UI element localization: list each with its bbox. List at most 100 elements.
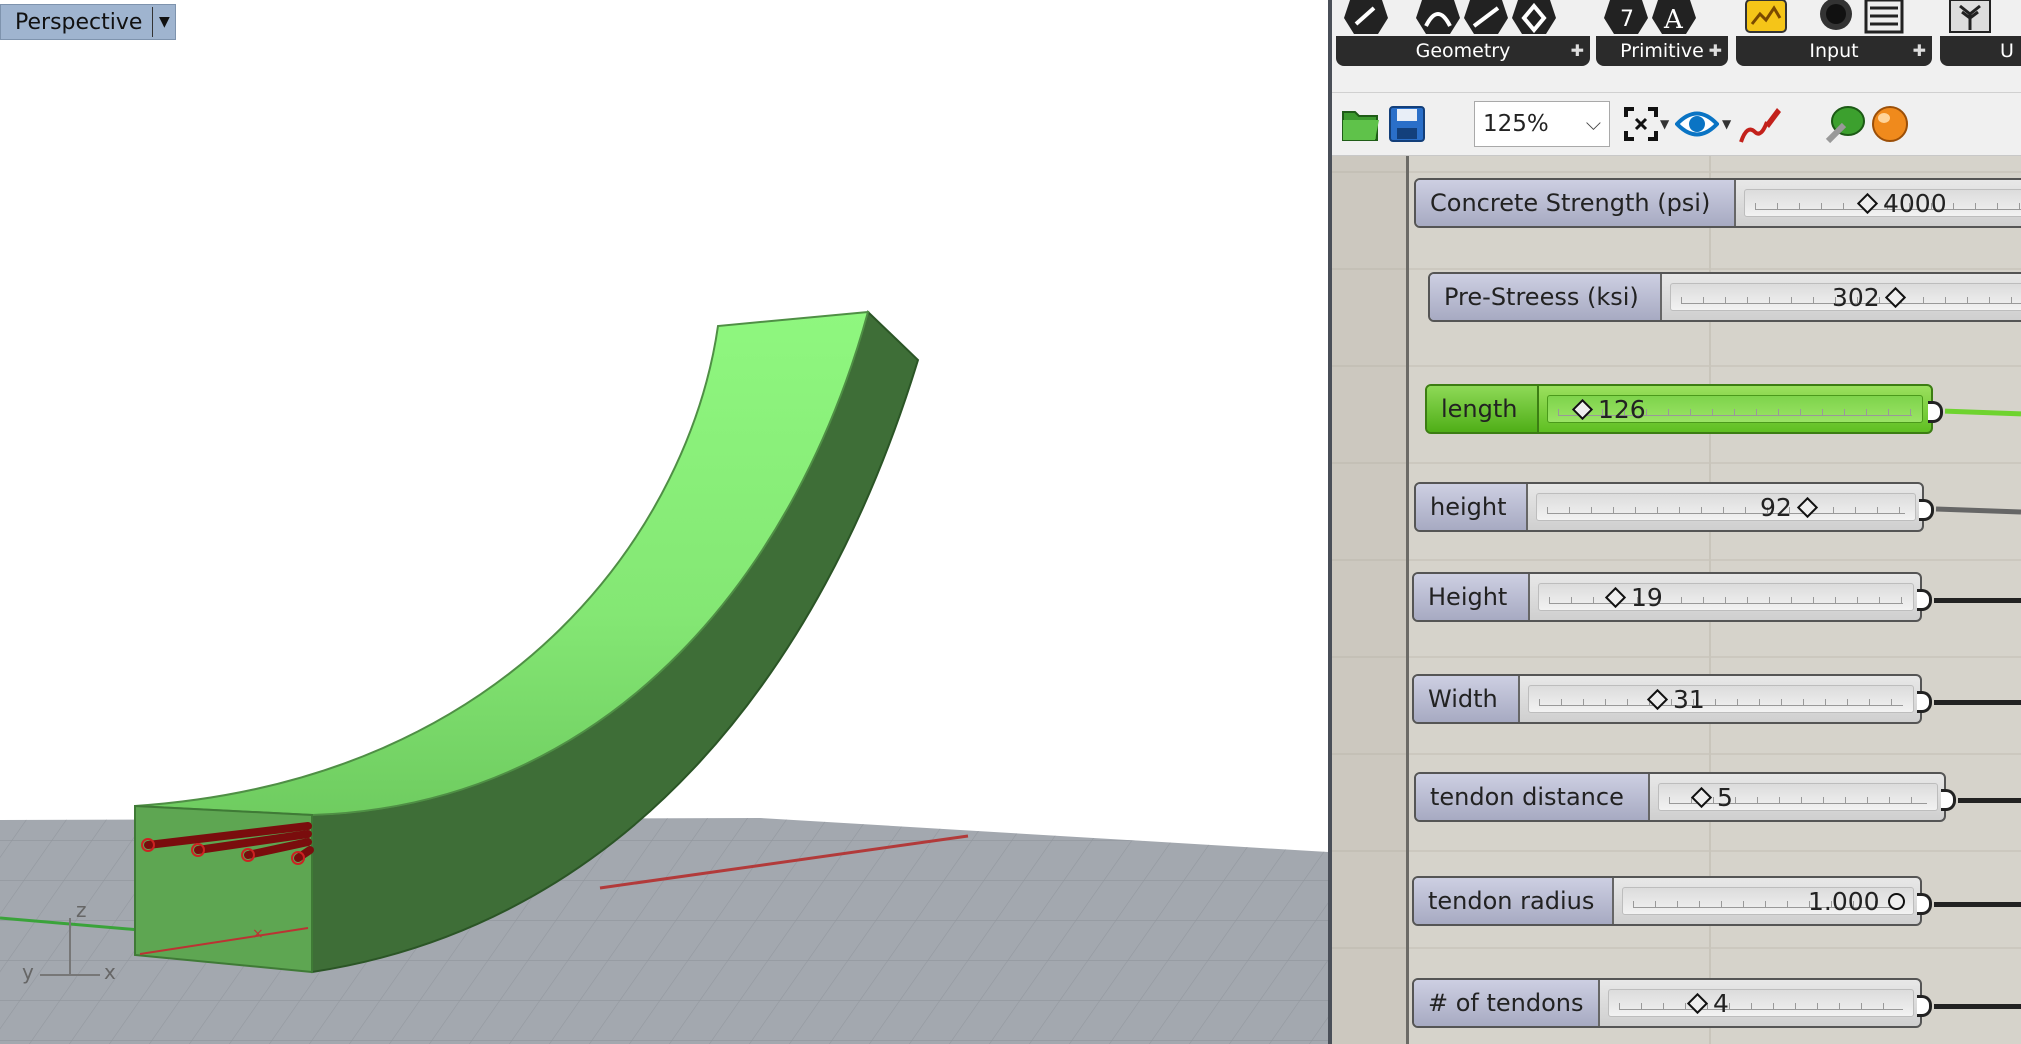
ribbon-group-geometry[interactable]: Geometry ✚ bbox=[1336, 0, 1590, 66]
bake-button[interactable] bbox=[1822, 101, 1868, 147]
viewport-menu-dropdown[interactable]: ▼ bbox=[152, 7, 175, 37]
svg-text:7: 7 bbox=[1620, 7, 1634, 32]
slider-height-lower[interactable]: height 92 bbox=[1414, 482, 1934, 532]
slider-knob[interactable] bbox=[1604, 586, 1627, 608]
slider-pre-stress[interactable]: Pre-Streess (ksi) 302 bbox=[1428, 272, 2021, 322]
slider-label: Height bbox=[1414, 574, 1530, 620]
slider-label: Concrete Strength (psi) bbox=[1416, 180, 1736, 226]
geometry-point-icon[interactable] bbox=[1512, 0, 1556, 36]
slider-label: tendon radius bbox=[1414, 878, 1614, 924]
slider-tendon-radius[interactable]: tendon radius 1.000 bbox=[1412, 876, 1932, 926]
geometry-arc-icon[interactable] bbox=[1416, 0, 1460, 36]
slider-label: height bbox=[1416, 484, 1528, 530]
slider-value: 4000 bbox=[1883, 188, 1947, 218]
geometry-curve-icon[interactable] bbox=[1344, 0, 1388, 36]
canvas-toolbar: 125% ⌵ ▼ ▼ bbox=[1332, 92, 2021, 156]
slider-knob[interactable] bbox=[1686, 992, 1709, 1014]
viewport-title-tab[interactable]: Perspective ▼ bbox=[0, 4, 177, 40]
slider-knob[interactable] bbox=[1884, 286, 1906, 308]
slider-value: 302 bbox=[1832, 282, 1880, 312]
primitive-number-icon[interactable]: 7 bbox=[1604, 0, 1648, 36]
bake-icon bbox=[1825, 106, 1865, 144]
value-list-icon[interactable] bbox=[1862, 0, 1906, 36]
svg-text:A: A bbox=[1663, 5, 1684, 35]
viewport-scene: × bbox=[0, 310, 1328, 1044]
wire-width bbox=[1934, 700, 2021, 705]
slider-track[interactable] bbox=[1528, 685, 1914, 713]
slider-knob[interactable] bbox=[1796, 496, 1818, 518]
ribbon-group-label: Input bbox=[1809, 40, 1859, 62]
ribbon-group-label: U bbox=[2000, 40, 2014, 62]
tree-icon[interactable] bbox=[1948, 0, 1992, 36]
ribbon-group-primitive[interactable]: 7 A Primitive ✚ bbox=[1596, 0, 1728, 66]
slider-tendon-distance[interactable]: tendon distance 5 bbox=[1414, 772, 1956, 822]
slider-value: 31 bbox=[1673, 684, 1705, 714]
slider-value: 5 bbox=[1717, 782, 1733, 812]
viewport-title: Perspective bbox=[15, 9, 143, 35]
ribbon-group-util[interactable]: U bbox=[1940, 0, 2021, 66]
zoom-extents-dropdown[interactable]: ▼ bbox=[1660, 117, 1669, 131]
save-file-button[interactable] bbox=[1384, 101, 1430, 147]
open-file-button[interactable] bbox=[1338, 101, 1384, 147]
ribbon-group-input[interactable]: Input ✚ bbox=[1736, 0, 1932, 66]
slider-knob[interactable] bbox=[1856, 192, 1879, 214]
sphere-icon bbox=[1872, 106, 1908, 142]
slider-label: # of tendons bbox=[1414, 980, 1600, 1026]
slider-value: 19 bbox=[1631, 582, 1663, 612]
preview-dropdown[interactable]: ▼ bbox=[1722, 117, 1731, 131]
grasshopper-canvas[interactable]: Concrete Strength (psi) 4000 Pre-Streess… bbox=[1332, 156, 2021, 1044]
wire-number-of-tendons bbox=[1934, 1004, 2021, 1009]
slider-width[interactable]: Width 31 bbox=[1412, 674, 1932, 724]
expand-icon[interactable]: ✚ bbox=[1571, 41, 1584, 60]
slider-concrete-strength[interactable]: Concrete Strength (psi) 4000 bbox=[1414, 178, 2021, 228]
component-ribbon: Geometry ✚ 7 A Primitive ✚ Input ✚ U bbox=[1332, 0, 2021, 70]
zoom-extents-button[interactable] bbox=[1618, 101, 1664, 147]
slider-knob[interactable] bbox=[1887, 892, 1905, 910]
slider-knob[interactable] bbox=[1646, 688, 1669, 710]
wire-tendon-radius bbox=[1934, 902, 2021, 907]
slider-label: length bbox=[1427, 386, 1539, 432]
rhino-perspective-viewport[interactable]: × z y x Perspective ▼ bbox=[0, 0, 1328, 1044]
preview-button[interactable] bbox=[1674, 101, 1720, 147]
slider-label: tendon distance bbox=[1416, 774, 1650, 820]
sketch-button[interactable] bbox=[1736, 101, 1782, 147]
slider-track[interactable] bbox=[1536, 493, 1916, 521]
primitive-text-icon[interactable]: A bbox=[1652, 0, 1696, 36]
slider-length[interactable]: length 126 bbox=[1425, 384, 1943, 434]
slider-knob[interactable] bbox=[1690, 786, 1713, 808]
eye-icon bbox=[1675, 111, 1719, 137]
expand-icon[interactable]: ✚ bbox=[1913, 41, 1926, 60]
slider-knob[interactable] bbox=[1571, 398, 1594, 420]
geometry-line-icon[interactable] bbox=[1464, 0, 1508, 36]
slider-track[interactable] bbox=[1608, 989, 1914, 1017]
save-icon bbox=[1389, 106, 1425, 142]
slider-number-of-tendons[interactable]: # of tendons 4 bbox=[1412, 978, 1932, 1028]
graph-mapper-icon[interactable] bbox=[1744, 0, 1788, 36]
ribbon-group-label: Primitive bbox=[1620, 40, 1704, 62]
pen-icon bbox=[1739, 108, 1781, 143]
wire-Height bbox=[1934, 598, 2021, 603]
display-shaded-button[interactable] bbox=[1866, 101, 1912, 147]
zoom-value: 125% bbox=[1483, 111, 1549, 137]
slider-label: Width bbox=[1414, 676, 1520, 722]
axis-label-x: x bbox=[104, 960, 116, 984]
colour-swatch-icon[interactable] bbox=[1814, 0, 1858, 36]
folder-icon bbox=[1342, 111, 1379, 141]
grasshopper-editor: Geometry ✚ 7 A Primitive ✚ Input ✚ U 125… bbox=[1332, 0, 2021, 1044]
slider-label: Pre-Streess (ksi) bbox=[1430, 274, 1662, 320]
slider-track[interactable] bbox=[1538, 583, 1914, 611]
zoom-select[interactable]: 125% ⌵ bbox=[1474, 101, 1610, 147]
svg-text:×: × bbox=[252, 926, 264, 942]
ribbon-group-label: Geometry bbox=[1415, 40, 1511, 62]
slider-value: 4 bbox=[1713, 988, 1729, 1018]
zoom-extents-icon bbox=[1624, 107, 1658, 141]
slider-value: 92 bbox=[1760, 492, 1792, 522]
chevron-down-icon: ⌵ bbox=[1585, 111, 1601, 135]
slider-value: 1.000 bbox=[1808, 886, 1880, 916]
axis-label-z: z bbox=[76, 898, 87, 922]
slider-value: 126 bbox=[1598, 394, 1646, 424]
slider-height-upper[interactable]: Height 19 bbox=[1412, 572, 1932, 622]
expand-icon[interactable]: ✚ bbox=[1709, 41, 1722, 60]
axis-label-y: y bbox=[22, 960, 34, 984]
wire-tendon-distance bbox=[1958, 798, 2021, 803]
